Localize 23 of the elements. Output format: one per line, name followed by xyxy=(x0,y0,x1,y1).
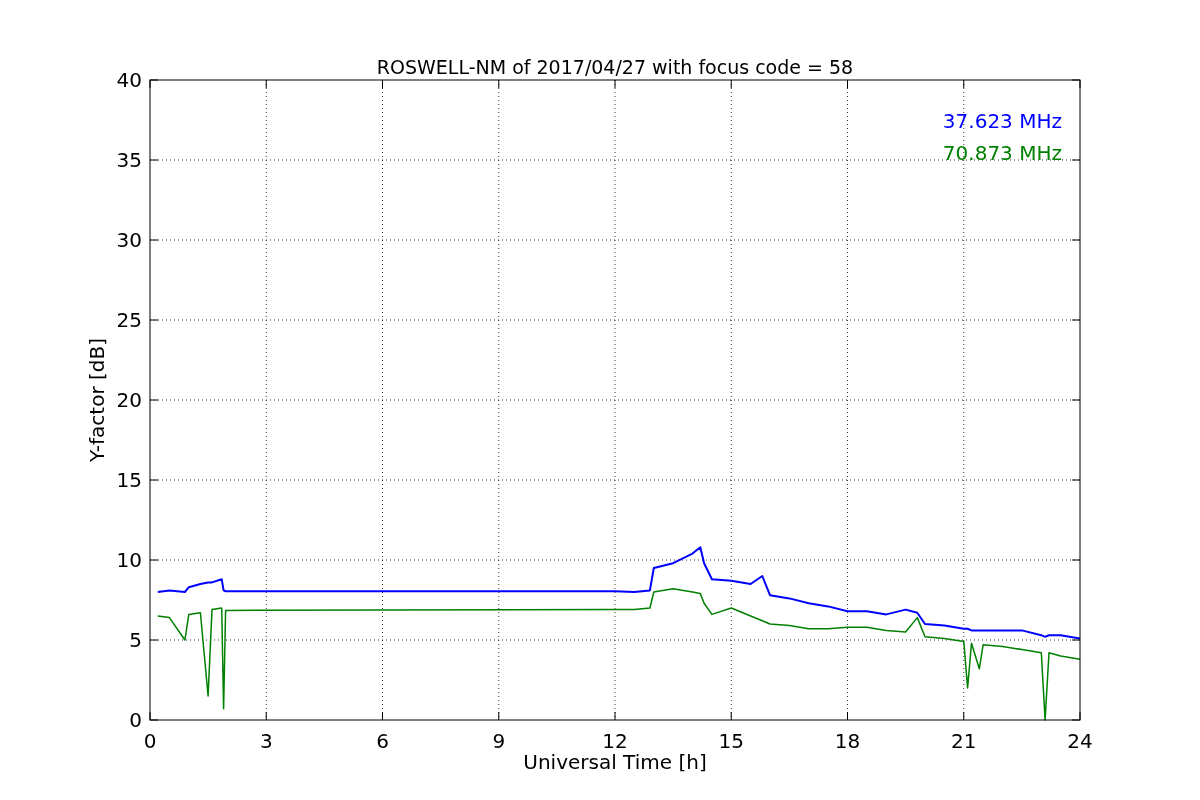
legend-label: 70.873 MHz xyxy=(942,141,1062,165)
x-axis-title: Universal Time [h] xyxy=(523,750,707,774)
tick-label: 15 xyxy=(116,468,142,492)
tick-label: 10 xyxy=(116,548,142,572)
tick-label: 40 xyxy=(116,68,142,92)
tick-label: 0 xyxy=(143,729,157,753)
tick-label: 21 xyxy=(951,729,977,753)
tick-label: 15 xyxy=(718,729,744,753)
tick-label: 12 xyxy=(602,729,628,753)
legend-label: 37.623 MHz xyxy=(942,109,1062,133)
tick-label: 24 xyxy=(1067,729,1093,753)
tick-label: 9 xyxy=(492,729,506,753)
y-axis-title: Y-factor [dB] xyxy=(85,338,109,462)
tick-label: 0 xyxy=(129,708,142,732)
chart-title: ROSWELL-NM of 2017/04/27 with focus code = 58 xyxy=(376,56,854,78)
tick-label: 35 xyxy=(116,148,142,172)
tick-label: 3 xyxy=(259,729,273,753)
tick-label: 25 xyxy=(116,308,142,332)
tick-label: 18 xyxy=(834,729,861,753)
tick-label: 5 xyxy=(129,628,142,652)
tick-label: 6 xyxy=(376,729,389,753)
tick-label: 30 xyxy=(116,228,142,252)
tick-label: 20 xyxy=(116,388,142,412)
